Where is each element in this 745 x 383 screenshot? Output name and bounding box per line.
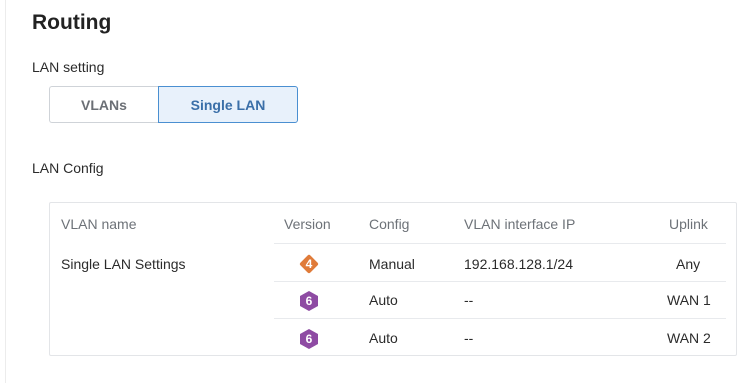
version-number: 6: [305, 332, 313, 346]
single-lan-option-button[interactable]: Single LAN: [158, 86, 298, 123]
column-header-config: Config: [369, 216, 410, 232]
ipv4-diamond-icon: 4: [298, 253, 320, 275]
column-header-vlan-interface-ip: VLAN interface IP: [464, 216, 576, 232]
ipv6-hexagon-icon: 6: [298, 328, 320, 350]
header-divider: [274, 243, 726, 244]
version-number: 4: [305, 257, 313, 271]
vlan-name-cell: Single LAN Settings: [61, 256, 186, 272]
left-divider: [5, 0, 6, 383]
uplink-cell: WAN 2: [667, 330, 711, 346]
version-number: 6: [305, 294, 313, 308]
interface-ip-cell: --: [464, 330, 474, 346]
interface-ip-cell: 192.168.128.1/24: [464, 256, 573, 272]
vlans-option-button[interactable]: VLANs: [49, 86, 158, 123]
row-divider: [274, 281, 726, 282]
row-divider: [274, 318, 726, 319]
column-header-version: Version: [284, 216, 331, 232]
config-cell: Auto: [369, 330, 398, 346]
routing-page: Routing LAN setting VLANs Single LAN LAN…: [0, 0, 745, 383]
lan-setting-toggle: VLANs Single LAN: [49, 86, 298, 123]
lan-config-label: LAN Config: [32, 160, 104, 176]
config-cell: Manual: [369, 256, 415, 272]
uplink-cell: Any: [676, 256, 701, 272]
column-header-vlan-name: VLAN name: [61, 216, 137, 232]
lan-config-table: VLAN name Version Config VLAN interface …: [49, 202, 737, 356]
lan-setting-label: LAN setting: [32, 59, 105, 75]
uplink-cell: WAN 1: [667, 292, 711, 308]
interface-ip-cell: --: [464, 292, 474, 308]
page-title: Routing: [32, 11, 112, 34]
column-header-uplink: Uplink: [669, 216, 708, 232]
config-cell: Auto: [369, 292, 398, 308]
ipv6-hexagon-icon: 6: [298, 290, 320, 312]
